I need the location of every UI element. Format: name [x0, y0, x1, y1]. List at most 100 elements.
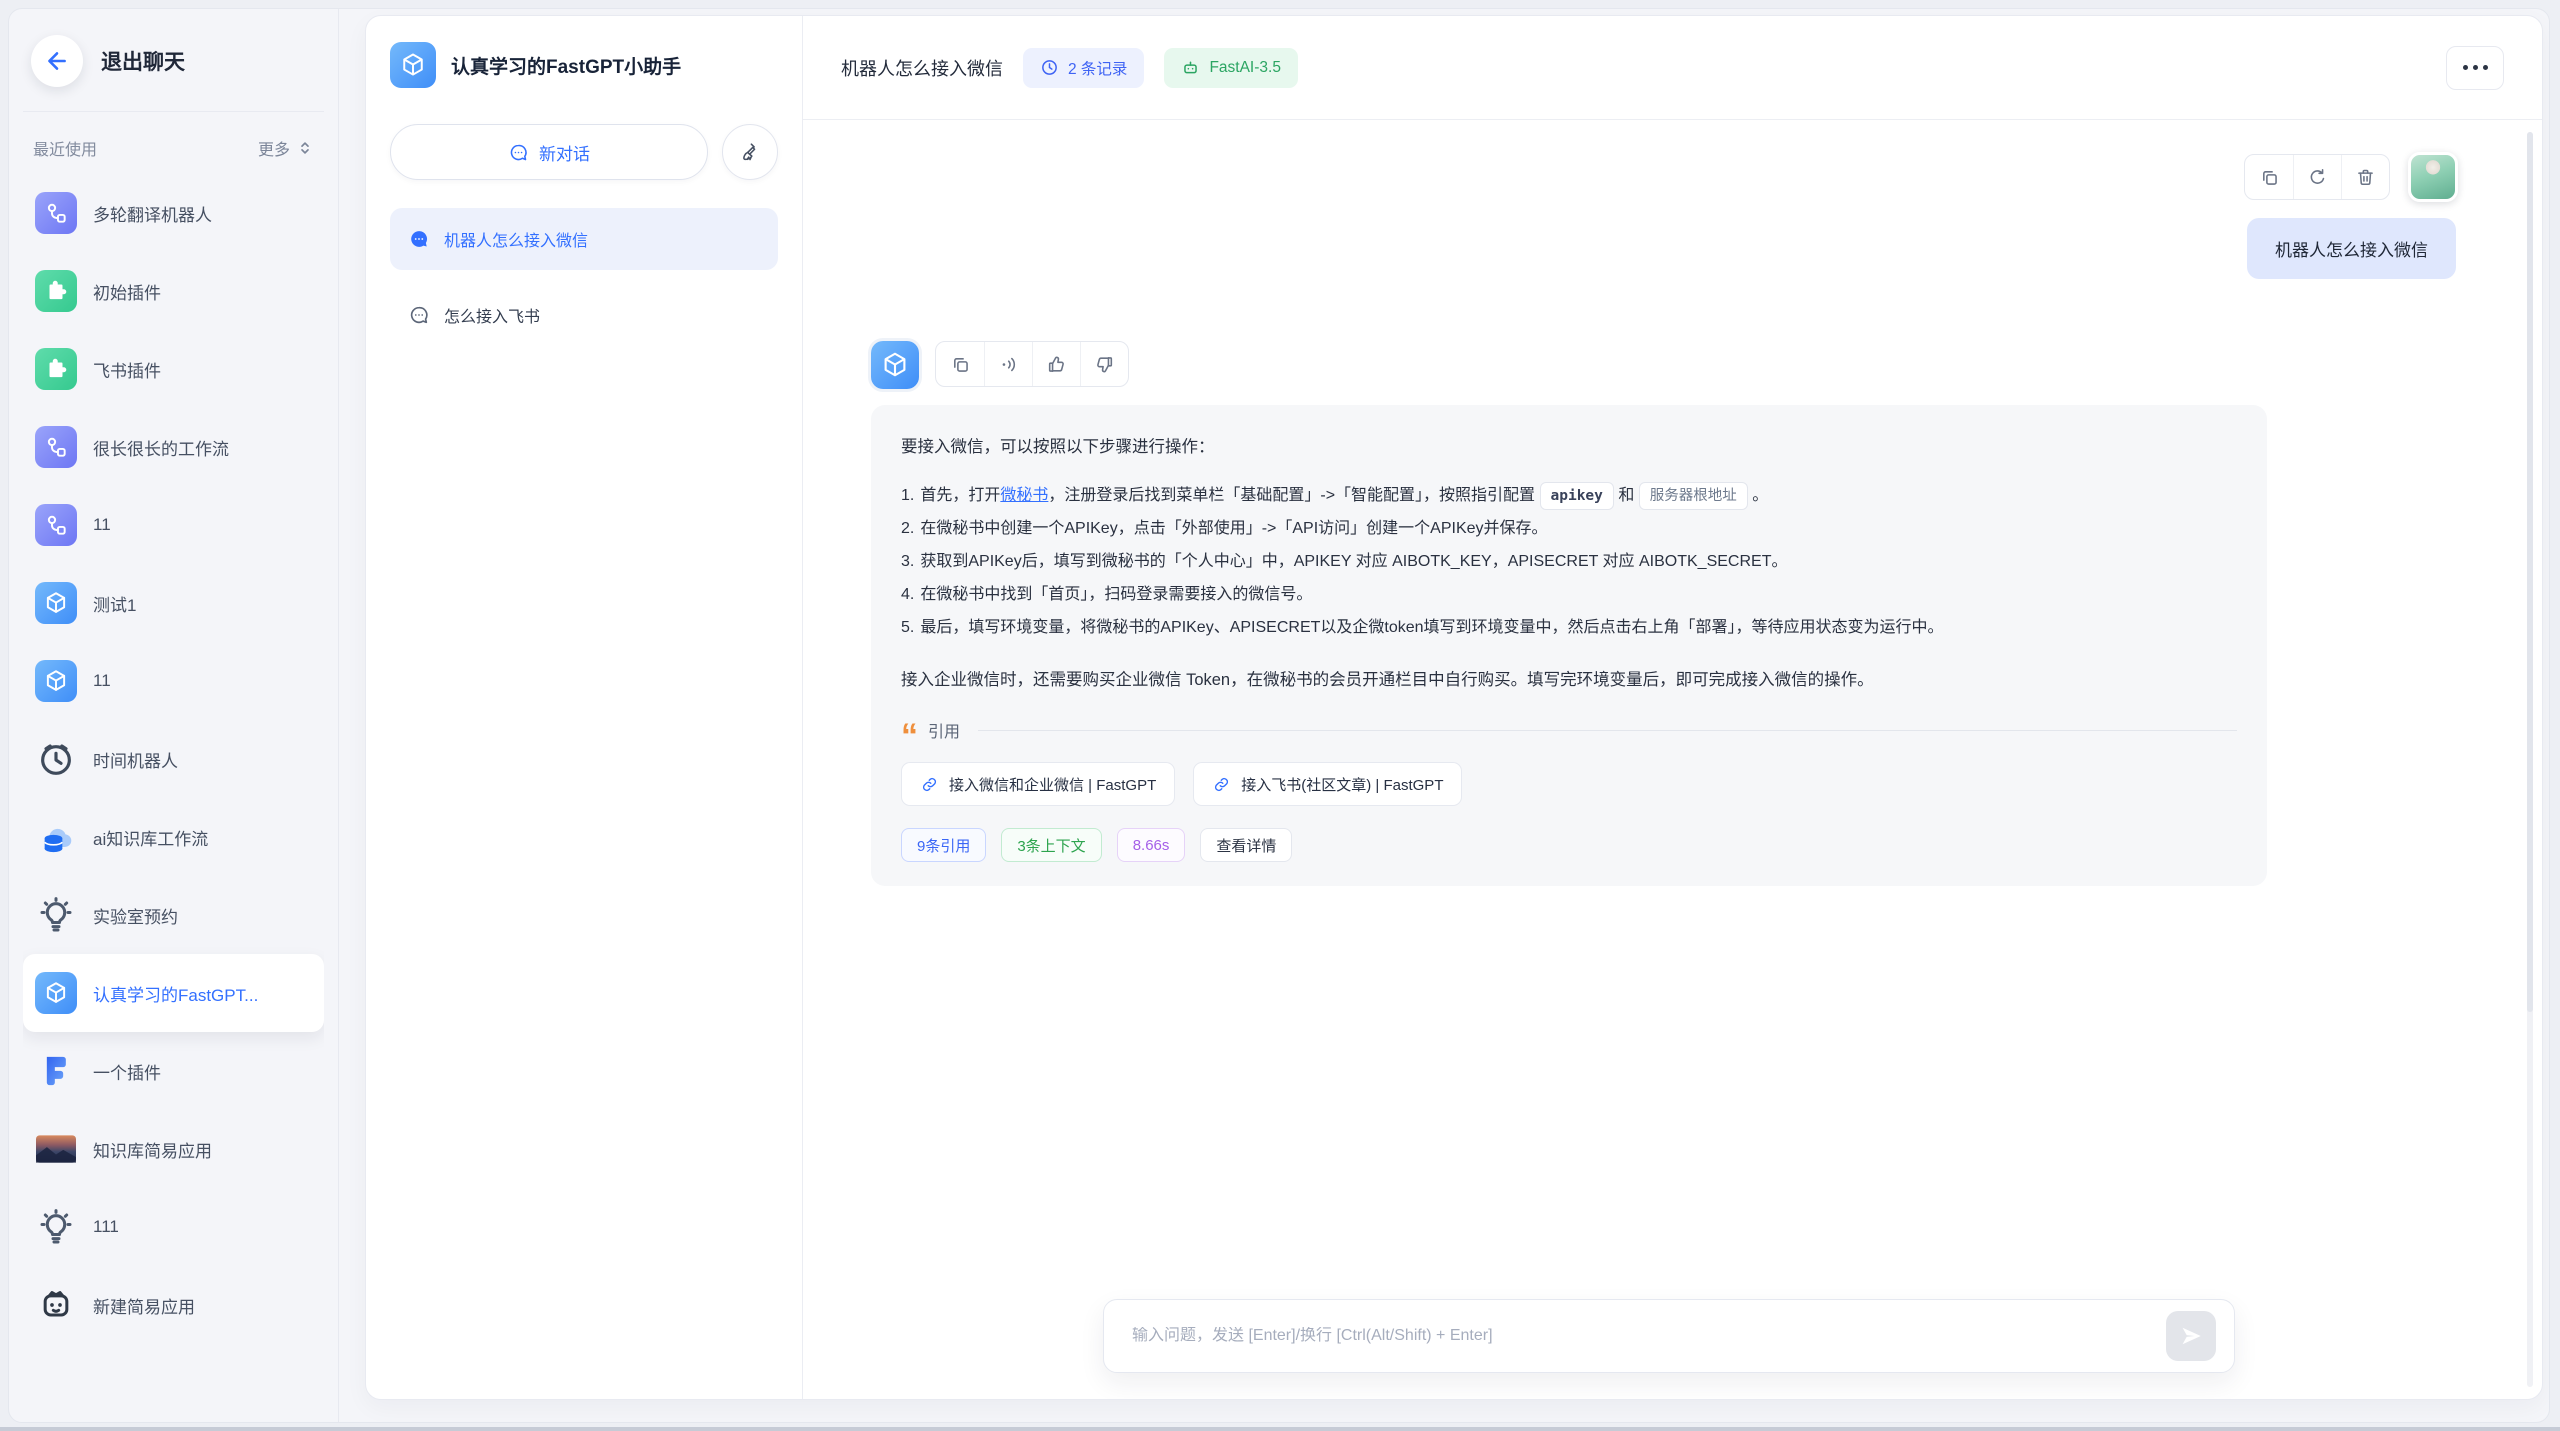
records-badge: 2 条记录: [1023, 48, 1144, 88]
photo-icon: [35, 1128, 77, 1170]
plugin-icon: [35, 270, 77, 312]
message-input-bar: [1103, 1299, 2235, 1373]
retry-button[interactable]: [2293, 155, 2341, 199]
quote-icon: “: [901, 726, 918, 746]
sidebar-app-label: 11: [93, 671, 111, 691]
more-apps-button[interactable]: 更多: [258, 136, 314, 160]
sidebar-app-item[interactable]: 新建简易应用: [23, 1266, 324, 1344]
sidebar-app-item[interactable]: 知识库简易应用: [23, 1110, 324, 1188]
sidebar-app-item[interactable]: 初始插件: [23, 252, 324, 330]
sidebar-app-item[interactable]: 111: [23, 1188, 324, 1266]
ai-step-line: 5.最后，填写环境变量，将微秘书的APIKey、APISECRET以及企微tok…: [901, 611, 2237, 644]
more-label: 更多: [258, 136, 290, 160]
exit-chat-label: 退出聊天: [101, 46, 185, 76]
citation-chip[interactable]: 接入微信和企业微信 | FastGPT: [901, 762, 1175, 806]
copy-button[interactable]: [2245, 155, 2293, 199]
citation-label: 引用: [928, 718, 960, 742]
ai-message-card: 要接入微信，可以按照以下步骤进行操作： 1.首先，打开微秘书，注册登录后找到菜单…: [871, 405, 2267, 886]
send-button[interactable]: [2166, 1311, 2216, 1361]
sidebar-app-item[interactable]: 很长很长的工作流: [23, 408, 324, 486]
thumbs-down-button[interactable]: [1080, 342, 1128, 386]
ai-step-line: 3.获取到APIKey后，填写到微秘书的「个人中心」中，APIKEY 对应 AI…: [901, 545, 2237, 578]
app-list: 多轮翻译机器人初始插件飞书插件很长很长的工作流11测试111时间机器人ai知识库…: [23, 174, 324, 1422]
chat-panel: 机器人怎么接入微信 2 条记录 FastAI-3.5: [803, 16, 2542, 1399]
sidebar-app-item[interactable]: 飞书插件: [23, 330, 324, 408]
back-button[interactable]: [31, 35, 83, 87]
sort-chevrons-icon: [296, 139, 314, 157]
step-text: ，注册登录后找到菜单栏「基础配置」->「智能配置」，按照指引配置: [1048, 487, 1539, 504]
user-message-toolbar: [2244, 154, 2390, 200]
clock-badge-icon: [1040, 58, 1059, 77]
step-text: 在微秘书中找到「首页」，扫码登录需要接入的微信号。: [920, 586, 1312, 603]
user-avatar: [2408, 152, 2458, 202]
history-item-label: 怎么接入飞书: [444, 303, 540, 327]
history-item[interactable]: 机器人怎么接入微信: [390, 208, 778, 270]
app-header: 认真学习的FastGPT小助手: [390, 42, 778, 88]
meta-badge-time[interactable]: 8.66s: [1117, 828, 1186, 862]
arrow-left-icon: [44, 48, 70, 74]
sidebar-app-item[interactable]: 多轮翻译机器人: [23, 174, 324, 252]
chat-more-button[interactable]: [2446, 46, 2504, 90]
sidebar-app-label: 初始插件: [93, 279, 161, 304]
inline-code-chip: 服务器根地址: [1639, 482, 1748, 510]
sidebar-app-item[interactable]: 认真学习的FastGPT...: [23, 954, 324, 1032]
ai-paragraph-text: 接入企业微信时，还需要购买企业微信 Token，在微秘书的会员开通栏目中自行购买…: [901, 666, 2237, 690]
app-frame: 退出聊天 最近使用 更多 多轮翻译机器人初始插件飞书插件很长很长的工作流11测试…: [8, 8, 2550, 1423]
tts-button[interactable]: [984, 342, 1032, 386]
sidebar: 退出聊天 最近使用 更多 多轮翻译机器人初始插件飞书插件很长很长的工作流11测试…: [9, 9, 339, 1422]
ai-message: 要接入微信，可以按照以下步骤进行操作： 1.首先，打开微秘书，注册登录后找到菜单…: [803, 341, 2542, 886]
sidebar-app-label: 一个插件: [93, 1059, 161, 1084]
cube-icon: [35, 660, 77, 702]
user-message-header: [803, 152, 2542, 202]
workflow-icon: [35, 192, 77, 234]
citation-divider: [978, 730, 2237, 731]
citation-links: 接入微信和企业微信 | FastGPT 接入飞书(社区文章) | FastGPT: [901, 762, 2237, 806]
bulb-icon: [35, 1206, 77, 1248]
sidebar-app-item[interactable]: 时间机器人: [23, 720, 324, 798]
plugin-icon: [35, 348, 77, 390]
citation-chip[interactable]: 接入飞书(社区文章) | FastGPT: [1193, 762, 1462, 806]
new-chat-button[interactable]: 新对话: [390, 124, 708, 180]
sidebar-app-label: 测试1: [93, 591, 136, 616]
sidebar-app-item[interactable]: 实验室预约: [23, 876, 324, 954]
bulb-icon: [35, 894, 77, 936]
response-meta-badges: 9条引用 3条上下文 8.66s 查看详情: [901, 828, 2237, 862]
app-title: 认真学习的FastGPT小助手: [451, 52, 681, 79]
step-text: 首先，打开: [920, 487, 1000, 504]
workflow-icon: [35, 504, 77, 546]
chat-message-area: 机器人怎么接入微信 要接入微信，可以按照以下步骤进行操作： 1.首先，打开微秘书…: [803, 120, 2542, 1399]
meta-badge-quotes[interactable]: 9条引用: [901, 828, 986, 862]
sidebar-app-item[interactable]: 11: [23, 486, 324, 564]
sidebar-app-item[interactable]: 11: [23, 642, 324, 720]
copy-icon: [950, 354, 971, 375]
sidebar-app-item[interactable]: 一个插件: [23, 1032, 324, 1110]
robot-icon: [35, 1284, 77, 1326]
ai-step-line: 2.在微秘书中创建一个APIKey，点击「外部使用」->「API访问」创建一个A…: [901, 512, 2237, 545]
robot-badge-icon: [1181, 58, 1200, 77]
clear-history-button[interactable]: [722, 124, 778, 180]
window-bottom-edge: [0, 1427, 2560, 1431]
step-text: 和: [1614, 487, 1639, 504]
meta-badge-detail[interactable]: 查看详情: [1200, 828, 1292, 862]
chat-scrollbar-thumb[interactable]: [2527, 132, 2533, 1012]
history-item-label: 机器人怎么接入微信: [444, 227, 588, 251]
ai-avatar-cube-icon: [871, 341, 919, 389]
sidebar-app-label: 时间机器人: [93, 747, 178, 772]
thumbs-up-button[interactable]: [1032, 342, 1080, 386]
delete-button[interactable]: [2341, 155, 2389, 199]
inline-link[interactable]: 微秘书: [1000, 487, 1048, 504]
message-input[interactable]: [1132, 1327, 2166, 1345]
sidebar-app-label: 实验室预约: [93, 903, 178, 928]
step-text: 获取到APIKey后，填写到微秘书的「个人中心」中，APIKEY 对应 AIBO…: [920, 553, 1787, 570]
sidebar-app-label: 知识库简易应用: [93, 1137, 212, 1162]
sidebar-app-item[interactable]: ai知识库工作流: [23, 798, 324, 876]
chat-bubble-outline-icon: [408, 304, 430, 326]
send-plane-icon: [2178, 1323, 2204, 1349]
copy-button[interactable]: [936, 342, 984, 386]
sidebar-app-item[interactable]: 测试1: [23, 564, 324, 642]
sidebar-app-label: ai知识库工作流: [93, 825, 208, 850]
step-text: 最后，填写环境变量，将微秘书的APIKey、APISECRET以及企微token…: [920, 619, 1943, 636]
ai-intro-text: 要接入微信，可以按照以下步骤进行操作：: [901, 433, 2237, 457]
meta-badge-context[interactable]: 3条上下文: [1001, 828, 1101, 862]
history-item[interactable]: 怎么接入飞书: [390, 284, 778, 346]
